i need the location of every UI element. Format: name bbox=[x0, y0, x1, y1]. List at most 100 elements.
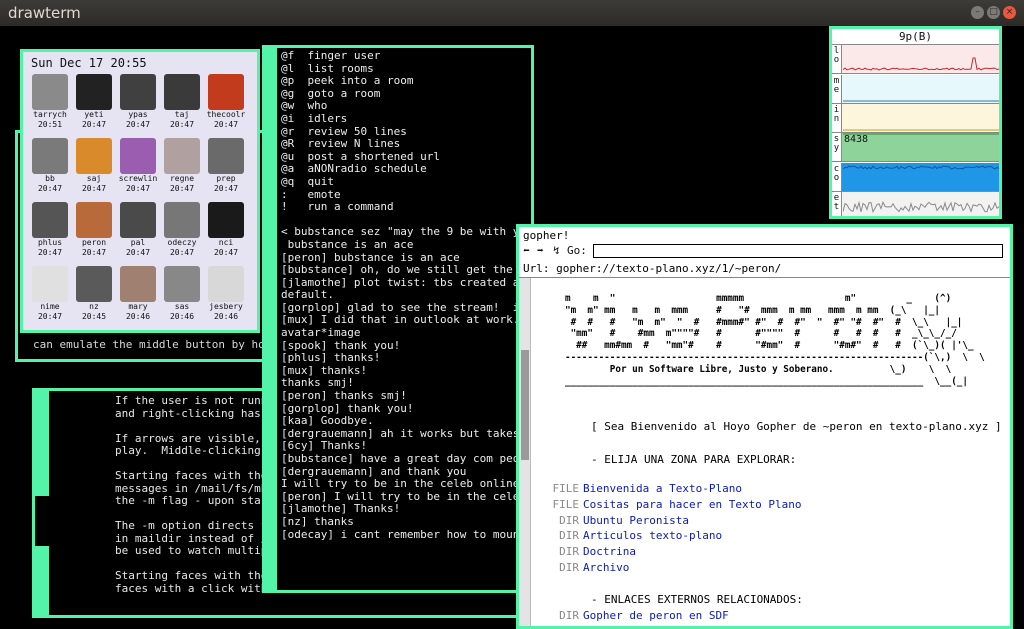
chat-line: [6cy] Thanks! bbox=[281, 440, 533, 453]
face-item[interactable]: yeti 20:47 bbox=[73, 74, 115, 130]
face-time: 20:46 bbox=[205, 312, 247, 322]
link-text[interactable]: Articulos texto-plano bbox=[583, 529, 722, 542]
stat-row: s y 8438 bbox=[832, 133, 999, 162]
go-label: Go: bbox=[567, 244, 587, 257]
link-text[interactable]: Archivo bbox=[583, 561, 629, 574]
manpage-scroll-thumb[interactable] bbox=[35, 496, 49, 546]
gopher-ascii-art: m m " mmmmm m" _ (^) "m m" mm m m mmm # … bbox=[537, 293, 985, 387]
chat-line: [spook] thank you! bbox=[281, 340, 533, 353]
gopher-link[interactable]: FILE Cositas para hacer en Texto Plano bbox=[539, 497, 802, 513]
link-text[interactable]: Ubuntu Peronista bbox=[583, 514, 689, 527]
chat-line: default. bbox=[281, 289, 533, 302]
go-input[interactable] bbox=[593, 244, 1003, 258]
back-window-text: can emulate the middle button by hold bbox=[33, 338, 270, 351]
face-item[interactable]: nime 20:47 bbox=[29, 266, 71, 322]
manpage-scrollbar[interactable] bbox=[35, 391, 49, 615]
face-name: saj bbox=[73, 174, 115, 184]
face-time: 20:45 bbox=[73, 312, 115, 322]
back-arrow-icon[interactable]: ⬅ bbox=[523, 244, 530, 257]
reload-icon[interactable]: ↯ bbox=[553, 244, 560, 257]
chat-window[interactable]: @f finger user @l list rooms @p peek into … bbox=[262, 45, 534, 593]
chat-line: : emote bbox=[281, 189, 533, 202]
chat-line: @w who bbox=[281, 100, 533, 113]
stats-title: 9p(B) bbox=[832, 29, 999, 45]
gopher-scrollbar[interactable] bbox=[519, 278, 531, 626]
face-avatar bbox=[120, 138, 156, 174]
gopher-link[interactable]: DIR Ubuntu Peronista bbox=[539, 513, 802, 529]
stat-graph bbox=[843, 104, 999, 132]
face-item[interactable]: tarrych 20:51 bbox=[29, 74, 71, 130]
face-item[interactable]: peron 20:47 bbox=[73, 202, 115, 258]
face-item[interactable]: saj 20:47 bbox=[73, 138, 115, 194]
url-value[interactable]: gopher://texto-plano.xyz/1/~peron/ bbox=[556, 262, 781, 275]
face-item[interactable]: sas 20:46 bbox=[161, 266, 203, 322]
face-item[interactable]: thecoolr 20:47 bbox=[205, 74, 247, 130]
face-avatar bbox=[32, 138, 68, 174]
face-time: 20:47 bbox=[73, 184, 115, 194]
face-item[interactable]: taj 20:47 bbox=[161, 74, 203, 130]
url-label: Url: bbox=[523, 262, 550, 275]
chat-line: avatar*image bbox=[281, 327, 533, 340]
face-time: 20:51 bbox=[29, 120, 71, 130]
link-text[interactable]: Doctrina bbox=[583, 545, 636, 558]
face-item[interactable]: odeczy 20:47 bbox=[161, 202, 203, 258]
face-time: 20:47 bbox=[29, 248, 71, 258]
gopher-external-link[interactable]: DIR Gopher de peron en SDF bbox=[539, 609, 729, 622]
face-item[interactable]: prep 20:47 bbox=[205, 138, 247, 194]
face-item[interactable]: regne 20:47 bbox=[161, 138, 203, 194]
link-type: FILE bbox=[539, 481, 579, 497]
rio-desktop[interactable]: can emulate the middle button by hold If… bbox=[0, 26, 1024, 629]
face-item[interactable]: nz 20:45 bbox=[73, 266, 115, 322]
face-item[interactable]: bb 20:47 bbox=[29, 138, 71, 194]
link-text[interactable]: Gopher de peron en SDF bbox=[583, 609, 729, 622]
stats-window[interactable]: 9p(B) l om ei ns y 8438 c oe t bbox=[829, 26, 1002, 219]
face-time: 20:47 bbox=[161, 184, 203, 194]
face-item[interactable]: pal 20:47 bbox=[117, 202, 159, 258]
gopher-link[interactable]: DIR Doctrina bbox=[539, 544, 802, 560]
forward-arrow-icon[interactable]: ➡ bbox=[537, 244, 544, 257]
face-name: prep bbox=[205, 174, 247, 184]
gopher-link[interactable]: DIR Archivo bbox=[539, 560, 802, 576]
close-button[interactable]: × bbox=[1003, 6, 1016, 19]
chat-line: [peron] I will try to be in the celeb bbox=[281, 491, 533, 504]
face-item[interactable]: screwlin 20:47 bbox=[117, 138, 159, 194]
face-item[interactable]: phlus 20:47 bbox=[29, 202, 71, 258]
chat-line: [jlamothe] plot twist: tbs created an bbox=[281, 277, 533, 290]
gopher-scroll-thumb[interactable] bbox=[521, 350, 529, 460]
face-avatar bbox=[76, 266, 112, 302]
chat-line: [mux] thanks! bbox=[281, 365, 533, 378]
faces-window[interactable]: Sun Dec 17 20:55 tarrych 20:51 yeti 20:47 yp… bbox=[20, 49, 260, 333]
gopher-separator bbox=[519, 277, 1010, 278]
face-item[interactable]: jesbery 20:46 bbox=[205, 266, 247, 322]
face-item[interactable]: ypas 20:47 bbox=[117, 74, 159, 130]
maximize-button[interactable]: □ bbox=[987, 6, 1000, 19]
face-name: regne bbox=[161, 174, 203, 184]
gopher-url-bar[interactable]: Url: gopher://texto-plano.xyz/1/~peron/ bbox=[523, 262, 781, 275]
gopher-link[interactable]: DIR Articulos texto-plano bbox=[539, 528, 802, 544]
stat-label: m e bbox=[832, 75, 842, 103]
chat-line: @q quit bbox=[281, 176, 533, 189]
stat-row: c o bbox=[832, 163, 999, 192]
stat-row: m e bbox=[832, 75, 999, 104]
link-text[interactable]: Cositas para hacer en Texto Plano bbox=[583, 498, 802, 511]
gopher-window[interactable]: gopher! ⬅ ➡ ↯ Go: Url: gopher://texto-pl… bbox=[516, 224, 1013, 629]
minimize-button[interactable]: – bbox=[971, 6, 984, 19]
face-time: 20:47 bbox=[161, 248, 203, 258]
chat-line: @u post a shortened url bbox=[281, 151, 533, 164]
chat-line: [bubstance] oh, do we still get the 9 bbox=[281, 264, 533, 277]
face-item[interactable]: nci 20:47 bbox=[205, 202, 247, 258]
gopher-link[interactable]: FILE Bienvenida a Texto-Plano bbox=[539, 481, 802, 497]
face-item[interactable]: mary 20:46 bbox=[117, 266, 159, 322]
chat-scrollbar[interactable] bbox=[265, 48, 277, 590]
face-name: thecoolr bbox=[205, 110, 247, 120]
link-text[interactable]: Bienvenida a Texto-Plano bbox=[583, 482, 742, 495]
stat-line bbox=[843, 202, 999, 212]
face-avatar bbox=[76, 74, 112, 110]
chat-line: thanks smj! bbox=[281, 377, 533, 390]
face-time: 20:47 bbox=[73, 120, 115, 130]
gopher-welcome: [ Sea Bienvenido al Hoyo Gopher de ~pero… bbox=[591, 420, 1002, 433]
chat-line: [peron] bubstance is an ace bbox=[281, 252, 533, 265]
face-time: 20:47 bbox=[205, 248, 247, 258]
chat-line: < bubstance sez "may the 9 be with you bbox=[281, 226, 533, 239]
stat-graph bbox=[843, 163, 999, 191]
